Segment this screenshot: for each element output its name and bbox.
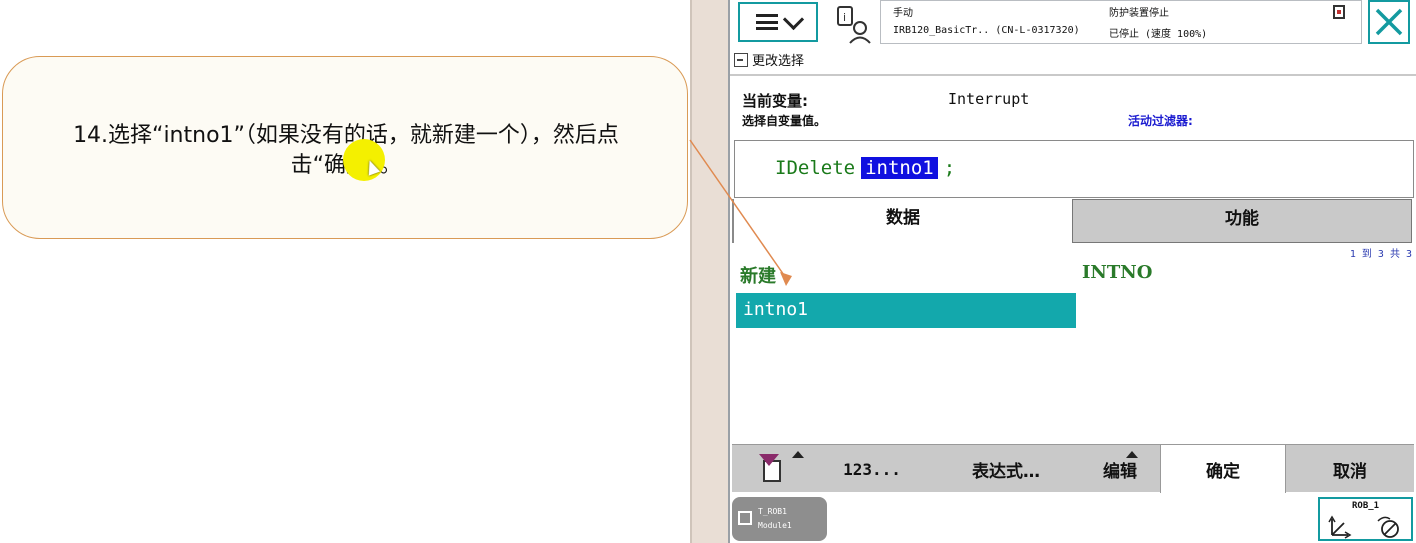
quickset-robot-button[interactable]: ROB_1: [1318, 497, 1413, 541]
task-module-button[interactable]: T_ROB1 Module1: [732, 497, 827, 541]
module-icon: [738, 511, 752, 525]
svg-text:i: i: [843, 11, 846, 24]
ok-button[interactable]: 确定: [1160, 445, 1286, 493]
coordinate-system-icon: [1328, 515, 1399, 539]
device-status-icon: [1333, 5, 1345, 19]
edit-button[interactable]: 编辑: [1080, 445, 1160, 493]
select-argument-label: 选择自变量值。: [742, 114, 827, 128]
instruction-preview: IDelete intno1;: [734, 140, 1414, 198]
status-panel[interactable]: 手动 IRB120_BasicTr.. (CN-L-0317320) 防护装置停…: [880, 0, 1362, 44]
tab-functions[interactable]: 功能: [1072, 199, 1412, 243]
instruction-callout: 14.选择“intno1”（如果没有的话，就新建一个），然后点 击“确定”。: [2, 56, 688, 239]
module-name: Module1: [758, 521, 792, 530]
list-item-type[interactable]: INTNO: [1082, 262, 1152, 283]
status-mode: 手动: [893, 8, 913, 19]
task-name: T_ROB1: [758, 507, 787, 516]
code-instruction: IDelete: [775, 157, 856, 179]
program-editor-icon: [734, 52, 748, 67]
list-item-selected[interactable]: intno1: [736, 293, 1076, 328]
pane-divider: [690, 0, 730, 543]
edit-menu-up-arrow-icon: [1126, 451, 1138, 458]
bottom-toolbar: 123... 表达式… 编辑 确定 取消: [732, 444, 1414, 493]
filter-icon: [759, 454, 785, 484]
edit-button-label: 编辑: [1103, 461, 1137, 482]
current-variable-label: 当前变量:: [742, 92, 808, 110]
operator-window-icon[interactable]: i: [834, 4, 874, 44]
close-button[interactable]: [1368, 0, 1410, 44]
window-title: 更改选择: [752, 54, 805, 69]
list-item-label: intno1: [743, 299, 809, 320]
expression-button[interactable]: 表达式…: [932, 445, 1080, 493]
tab-data[interactable]: 数据: [732, 199, 1072, 243]
robot-name: ROB_1: [1352, 501, 1380, 511]
header-separator: [730, 74, 1416, 76]
status-guard: 防护装置停止: [1109, 8, 1169, 19]
filter-button[interactable]: [732, 445, 812, 493]
current-variable-value: Interrupt: [948, 90, 1030, 108]
instruction-line-1: 14.选择“intno1”（如果没有的话，就新建一个），然后点: [73, 123, 619, 148]
menu-up-arrow-icon: [792, 451, 804, 458]
chevron-down-icon: [782, 8, 804, 30]
hamburger-icon: [755, 14, 778, 30]
pane-divider-line: [690, 0, 692, 543]
code-line: IDelete intno1;: [775, 157, 955, 179]
item-count: 1 到 3 共 3: [1349, 249, 1412, 260]
main-menu-button[interactable]: [738, 2, 818, 42]
status-system: IRB120_BasicTr.. (CN-L-0317320): [893, 25, 1080, 36]
code-selected-argument[interactable]: intno1: [861, 157, 938, 179]
close-icon: [1375, 8, 1403, 36]
cancel-button[interactable]: 取消: [1286, 445, 1414, 493]
cursor-highlight: [343, 139, 385, 181]
flexpendant-screen: i 手动 IRB120_BasicTr.. (CN-L-0317320) 防护装…: [728, 0, 1416, 543]
code-terminator: ;: [943, 157, 956, 179]
active-filter-label: 活动过滤器:: [1128, 114, 1193, 128]
instruction-pane: 14.选择“intno1”（如果没有的话，就新建一个），然后点 击“确定”。: [0, 0, 690, 543]
window-header: 更改选择: [734, 50, 804, 69]
numpad-button[interactable]: 123...: [812, 445, 932, 493]
list-item-new[interactable]: 新建: [740, 262, 776, 288]
status-state: 已停止 (速度 100%): [1109, 29, 1208, 40]
tab-bar: 数据 功能: [732, 199, 1414, 243]
